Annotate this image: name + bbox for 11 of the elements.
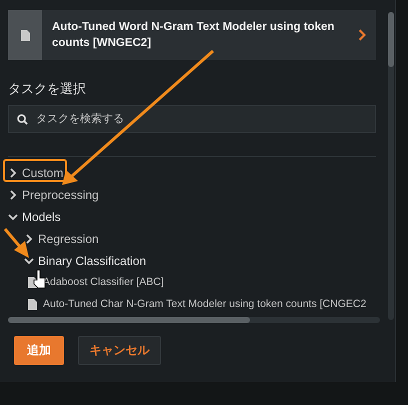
- cancel-button[interactable]: キャンセル: [78, 336, 161, 364]
- task-picker-label: タスクを選択: [8, 80, 87, 98]
- tree-item[interactable]: Preprocessing: [22, 186, 99, 204]
- tree-item[interactable]: Models: [22, 208, 61, 226]
- tree-item[interactable]: Auto-Tuned Char N-Gram Text Modeler using token counts [CNGEC2: [43, 296, 366, 312]
- tree-item[interactable]: Regression: [38, 230, 99, 248]
- search-field[interactable]: タスクを検索する: [8, 104, 376, 132]
- task-title: Auto-Tuned Word N-Gram Text Modeler using token counts [WNGEC2]: [51, 20, 336, 51]
- tree-item[interactable]: Binary Classification: [38, 252, 146, 270]
- selected-task-card[interactable]: Auto-Tuned Word N-Gram Text Modeler using token counts [WNGEC2]: [8, 10, 376, 60]
- tree-item[interactable]: Adaboost Classifier [ABC]: [43, 274, 164, 290]
